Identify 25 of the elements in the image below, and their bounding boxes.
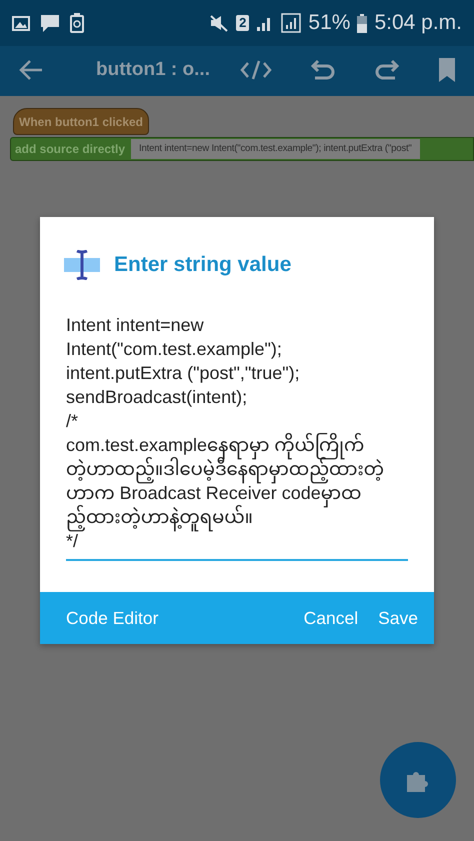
battery-recycle-icon [70,13,84,33]
clock: 5:04 p.m. [374,11,462,35]
block-label: add source directly [15,142,126,156]
image-icon [12,16,30,30]
sim-slot-badge: 2 [236,15,250,31]
signal-icon [281,13,302,33]
redo-button[interactable] [374,58,400,82]
input-field[interactable]: Intent intent=new Intent("com.test.example"); intent.putExtra ("post","true"); sendBroadcast(intent); /* com.test.exampleနေရာမှာ ကိုယ်ကြိုက် တဲ့ဟာထည့်။ဒါပေမဲ့ဒီနေရာမှာထည့်ထားတဲ့ ဟာက Broadcast Receiver codeမှာထ ည့်ထားတဲ့ဟာနဲ့တူရမယ်။ */ [66,313,408,561]
dialog-title: Enter string value [114,253,292,277]
statement-block[interactable]: add source directly Intent intent=new Intent("com.test.example"); intent.putExtra ("post" [10,137,474,161]
block-text-field[interactable]: Intent intent=new Intent("com.test.example"); intent.putExtra ("post" [131,139,420,159]
back-button[interactable] [18,59,44,81]
screen-title: button1 : o... [96,59,210,81]
undo-button[interactable] [310,58,336,82]
mute-icon [209,14,230,32]
chat-icon [40,14,60,32]
code-button[interactable] [240,60,272,80]
code-editor-button[interactable]: Code Editor [56,600,168,636]
battery-icon [357,14,368,32]
bookmark-button[interactable] [438,57,456,83]
text-cursor-icon [64,250,102,280]
event-block[interactable]: When button1 clicked [13,108,150,135]
dialog-button[interactable]: Save [368,600,428,636]
dialog-button[interactable]: Cancel [294,600,368,636]
battery-percentage: 51% [308,11,350,35]
